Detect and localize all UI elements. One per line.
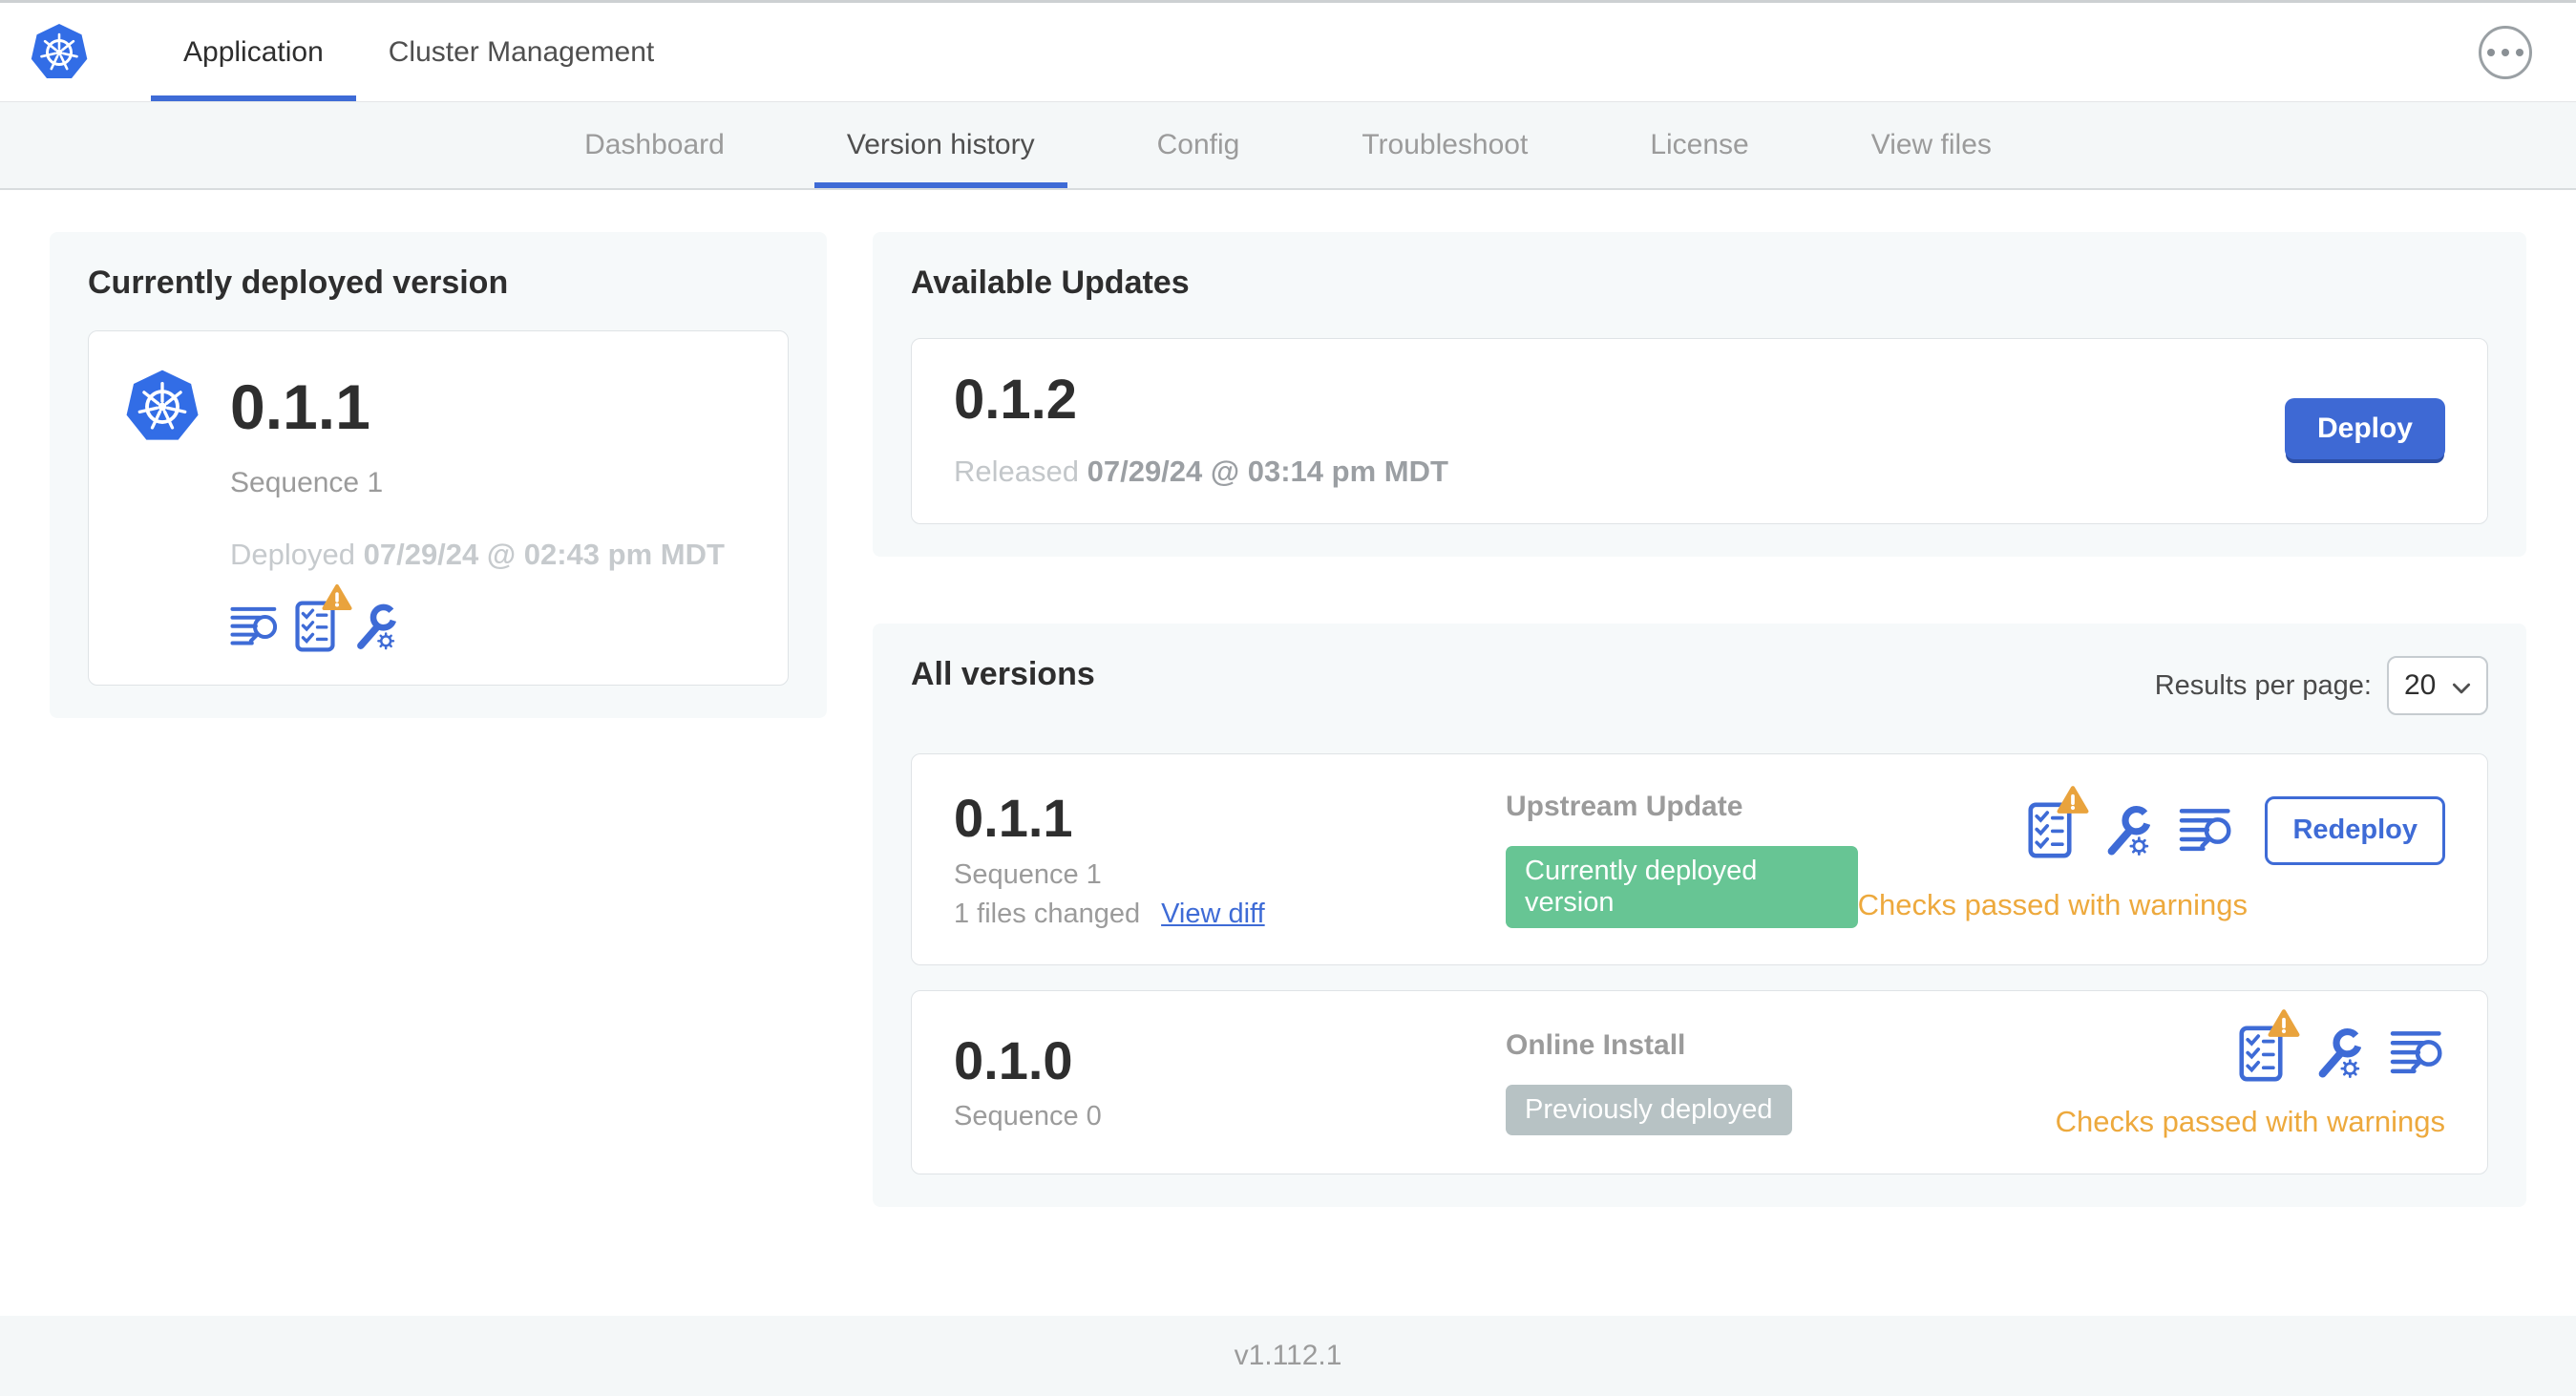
subnav-tab-version-history[interactable]: Version history <box>813 102 1067 188</box>
available-update-row: 0.1.2 Released 07/29/24 @ 03:14 pm MDT D… <box>911 338 2488 524</box>
all-versions-card: All versions Results per page: 20 0.1.1 … <box>873 624 2526 1207</box>
row-sequence: Sequence 1 <box>954 858 1102 890</box>
preflight-checks-warning-icon[interactable] <box>295 584 352 652</box>
version-source-label: Online Install <box>1506 1028 1686 1061</box>
kubernetes-logo-icon <box>29 22 90 83</box>
released-date: 07/29/24 @ 03:14 pm MDT <box>1087 455 1448 488</box>
version-row-0-1-0: 0.1.0 Sequence 0 Online Install Previous… <box>911 989 2488 1174</box>
released-timestamp: Released 07/29/24 @ 03:14 pm MDT <box>954 455 1448 489</box>
available-updates-title: Available Updates <box>911 264 1190 301</box>
results-per-page-label: Results per page: <box>2154 669 2372 701</box>
admin-console-version: v1.112.1 <box>1234 1340 1342 1371</box>
tab-application[interactable]: Application <box>151 3 356 101</box>
warning-triangle-icon <box>2268 1008 2300 1044</box>
row-sequence: Sequence 0 <box>954 1101 1102 1132</box>
release-notes-icon[interactable] <box>2390 1028 2445 1078</box>
preflight-status-text: Checks passed with warnings <box>2055 1104 2445 1138</box>
config-icon[interactable] <box>2312 1026 2361 1080</box>
app-footer: v1.112.1 <box>0 1316 2576 1396</box>
currently-deployed-version-panel: 0.1.1 Sequence 1 Deployed 07/29/24 @ 02:… <box>88 330 789 686</box>
update-version-number: 0.1.2 <box>954 369 1077 431</box>
preflight-checks-warning-icon[interactable] <box>2239 1008 2300 1082</box>
released-prefix: Released <box>954 455 1079 488</box>
subnav-tab-config[interactable]: Config <box>1125 102 1273 188</box>
app-header: Application Cluster Management <box>0 3 2576 102</box>
app-icon <box>123 368 201 446</box>
currently-deployed-card: Currently deployed version 0.1.1 Sequenc… <box>50 232 827 718</box>
status-badge: Currently deployed version <box>1506 845 1858 928</box>
subnav-tab-troubleshoot[interactable]: Troubleshoot <box>1329 102 1560 188</box>
status-badge: Previously deployed <box>1506 1084 1792 1135</box>
top-nav: Application Cluster Management <box>151 3 686 101</box>
warning-triangle-icon <box>2057 785 2089 820</box>
warning-triangle-icon <box>322 583 352 617</box>
more-options-button[interactable] <box>2479 25 2532 79</box>
row-version-number: 0.1.1 <box>954 788 1073 848</box>
deploy-button[interactable]: Deploy <box>2284 397 2445 459</box>
subnav-tab-view-files[interactable]: View files <box>1839 102 2024 188</box>
subnav-tab-dashboard[interactable]: Dashboard <box>552 102 757 188</box>
preflight-status-text: Checks passed with warnings <box>1857 887 2248 921</box>
release-notes-icon[interactable] <box>230 604 280 649</box>
chevron-down-icon <box>2452 669 2471 702</box>
available-updates-card: Available Updates 0.1.2 Released 07/29/2… <box>873 232 2526 557</box>
current-version-sequence: Sequence 1 <box>230 467 384 498</box>
all-versions-title: All versions <box>911 656 1095 692</box>
version-row-0-1-1: 0.1.1 Sequence 1 1 files changed View di… <box>911 753 2488 965</box>
ellipsis-dot-icon <box>2502 48 2509 56</box>
deployed-prefix: Deployed <box>230 538 355 571</box>
app-subnav: Dashboard Version history Config Trouble… <box>0 102 2576 190</box>
results-per-page-value: 20 <box>2404 669 2437 701</box>
current-version-number: 0.1.1 <box>230 371 370 442</box>
files-changed-label: 1 files changed <box>954 898 1141 929</box>
subnav-tab-license[interactable]: License <box>1617 102 1781 188</box>
release-notes-icon[interactable] <box>2179 806 2234 856</box>
config-icon[interactable] <box>2101 804 2151 857</box>
deployed-date: 07/29/24 @ 02:43 pm MDT <box>363 538 725 571</box>
row-version-number: 0.1.0 <box>954 1029 1073 1090</box>
preflight-checks-warning-icon[interactable] <box>2028 786 2089 858</box>
main-content: Currently deployed version 0.1.1 Sequenc… <box>0 190 2576 1316</box>
version-source-label: Upstream Update <box>1506 790 1743 822</box>
ellipsis-dot-icon <box>2516 48 2523 56</box>
currently-deployed-title: Currently deployed version <box>88 264 509 301</box>
config-icon[interactable] <box>350 603 396 651</box>
results-per-page-select[interactable]: 20 <box>2387 656 2488 715</box>
ellipsis-dot-icon <box>2487 48 2495 56</box>
tab-cluster-management[interactable]: Cluster Management <box>356 3 686 101</box>
deployed-timestamp: Deployed 07/29/24 @ 02:43 pm MDT <box>230 538 753 572</box>
redeploy-button[interactable]: Redeploy <box>2265 795 2445 865</box>
view-diff-link[interactable]: View diff <box>1161 899 1265 930</box>
